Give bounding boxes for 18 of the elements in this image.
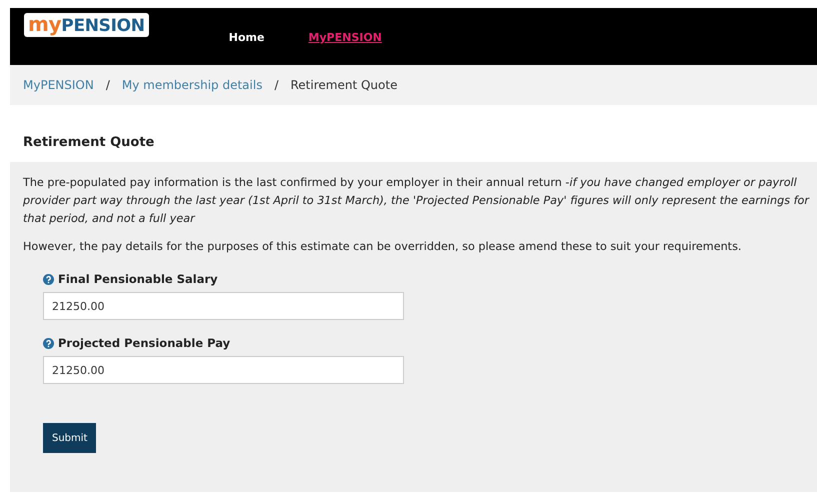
breadcrumb-separator: / [274,78,278,92]
logo[interactable]: myPENSION [24,13,149,37]
input-field[interactable]: 21250.00 [43,356,404,384]
input-field[interactable]: 21250.00 [43,292,404,320]
field-label: Projected Pensionable Pay [58,336,230,350]
breadcrumb-link[interactable]: MyPENSION [23,78,94,92]
breadcrumb-separator: / [106,78,110,92]
info-paragraph: The pre-populated pay information is the last confirmed by your employer in their annual return -if you have changed employer or payroll provider part way through the last year (1st April to 31st March), the 'Projected Pensionable Pay' figures will only represent the earnings for that period, and not a full year [23,175,810,227]
info-paragraph: However, the pay details for the purposes of this estimate can be overridden, so please amend these to suit your requirements. [23,239,742,255]
help-icon[interactable] [43,274,54,284]
breadcrumb-link[interactable]: My membership details [122,78,262,92]
page-heading: Retirement Quote [23,135,156,150]
submit-button[interactable]: Submit [43,423,96,453]
nav-link[interactable]: MyPENSION [308,31,382,44]
breadcrumb-current: Retirement Quote [290,78,398,92]
help-icon[interactable] [43,338,54,348]
nav-link[interactable]: Home [228,31,264,44]
field-label: Final Pensionable Salary [58,272,218,286]
